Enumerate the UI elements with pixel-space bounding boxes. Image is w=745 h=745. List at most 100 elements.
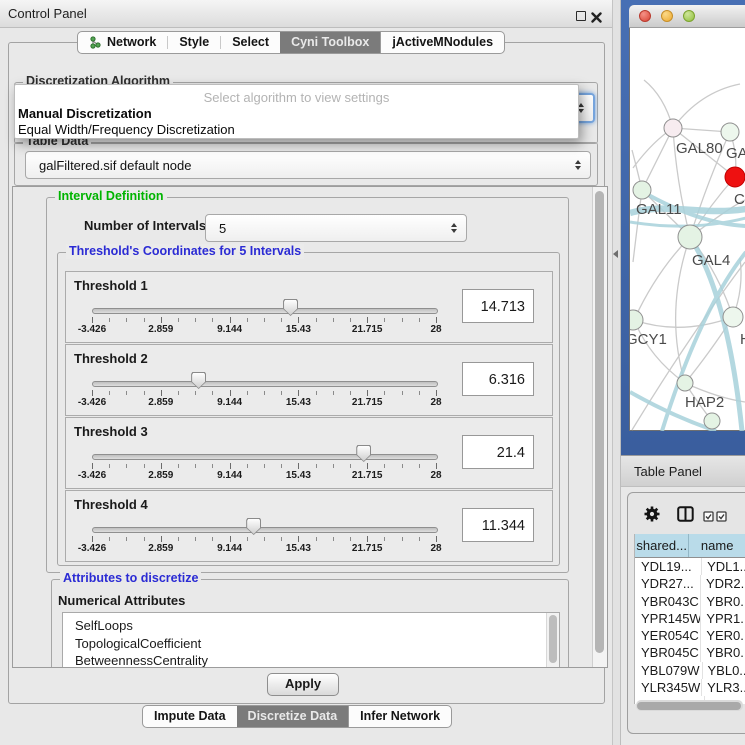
node-label-hap2: HAP2 (685, 394, 724, 411)
network-graph: GAL80 GA C GAL11 GAL4 GCY1 H HAP2 (630, 27, 745, 431)
network-icon (89, 36, 102, 49)
cell-shared-name[interactable]: YBL079W (635, 662, 703, 679)
attribute-item[interactable]: TopologicalCoefficient (63, 635, 559, 653)
node-label-gal4: GAL4 (692, 252, 730, 269)
settings-scrollbar[interactable] (592, 187, 607, 667)
tab-select[interactable]: Select (221, 32, 280, 53)
tab-discretize-data[interactable]: Discretize Data (237, 706, 349, 727)
attribute-item[interactable]: BetweennessCentrality (63, 652, 559, 668)
window-minimize-icon[interactable] (661, 10, 673, 22)
table-row[interactable]: YLR345WYLR3... (635, 679, 745, 696)
node-hap2[interactable] (677, 375, 693, 391)
gear-icon[interactable] (643, 505, 661, 528)
cell-shared-name[interactable]: YER054C (635, 627, 701, 644)
column-layout-icon[interactable] (677, 506, 694, 527)
node-gcy1[interactable] (630, 310, 643, 330)
number-of-intervals-value: 5 (206, 221, 226, 236)
node-table-body: YDL19...YDL1...YDR27...YDR2...YBR043CYBR… (635, 558, 745, 704)
threshold-1-label: Threshold 1 (74, 278, 148, 293)
attribute-item[interactable]: SelfLoops (63, 613, 559, 635)
float-window-icon[interactable] (576, 11, 586, 21)
popup-option-manual-discretization[interactable]: Manual Discretization (18, 106, 152, 121)
table-data-combo[interactable]: galFiltered.sif default node (25, 151, 591, 179)
checkbox-icon[interactable] (716, 509, 727, 527)
column-header-name[interactable]: name (689, 534, 745, 557)
column-header-shared[interactable]: shared... (635, 534, 689, 557)
cell-shared-name[interactable]: YLR345W (635, 679, 702, 696)
cell-name[interactable]: YDR2... (701, 575, 745, 592)
node-label-c: C (734, 191, 745, 208)
tab-jactivemnodules[interactable]: jActiveMNodules (380, 32, 504, 53)
tab-jactivemnodules-label: jActiveMNodules (392, 32, 493, 53)
cell-shared-name[interactable]: YPR145W (635, 610, 701, 627)
threshold-2-value-field[interactable]: 6.316 (462, 362, 534, 396)
tab-impute-data[interactable]: Impute Data (143, 706, 237, 727)
tab-cyni-toolbox[interactable]: Cyni Toolbox (280, 32, 380, 53)
threshold-3-value-field[interactable]: 21.4 (462, 435, 534, 469)
threshold-4-label: Threshold 4 (74, 497, 148, 512)
table-row[interactable]: YBR045CYBR0... (635, 644, 745, 661)
node-selected-red[interactable] (725, 167, 745, 187)
cell-shared-name[interactable]: YDL19... (635, 558, 702, 575)
slider-ticks (92, 463, 436, 470)
top-tab-bar: Network Style Select Cyni Toolbox jActiv… (77, 31, 505, 54)
window-close-icon[interactable] (639, 10, 651, 22)
tab-style[interactable]: Style (168, 32, 220, 53)
table-row[interactable]: YER054CYER0... (635, 627, 745, 644)
threshold-1-slider-handle[interactable] (283, 299, 298, 316)
tab-discretize-data-label: Discretize Data (248, 706, 338, 727)
threshold-2-slider-handle[interactable] (191, 372, 206, 389)
cell-name[interactable]: YDL1... (702, 558, 745, 575)
network-nodes[interactable] (630, 119, 745, 429)
list-scrollbar[interactable] (546, 613, 559, 668)
number-of-intervals-combo[interactable]: 5 (205, 214, 467, 242)
threshold-3-slider-handle[interactable] (356, 445, 371, 462)
cell-shared-name[interactable]: YBR043C (635, 593, 701, 610)
node-top-right[interactable] (721, 123, 739, 141)
cell-shared-name[interactable]: YBR045C (635, 644, 701, 661)
cell-name[interactable]: YBR0... (701, 593, 745, 610)
interval-definition-group: Interval Definition Number of Intervals … (46, 197, 569, 573)
tab-network[interactable]: Network (78, 32, 167, 53)
node-gal11[interactable] (633, 181, 651, 199)
cell-shared-name[interactable]: YDR27... (635, 575, 701, 592)
table-row[interactable]: YBL079WYBL0... (635, 662, 745, 679)
cell-name[interactable]: YBL0... (703, 662, 745, 679)
node-gal4[interactable] (678, 225, 702, 249)
node-h[interactable] (723, 307, 743, 327)
table-row[interactable]: YDR27...YDR2... (635, 575, 745, 592)
table-horizontal-scrollbar[interactable] (636, 700, 743, 711)
node-bottom[interactable] (704, 413, 720, 429)
threshold-4-slider-handle[interactable] (246, 518, 261, 535)
divider-collapse-icon[interactable] (613, 250, 618, 258)
table-row[interactable]: YDL19...YDL1... (635, 558, 745, 575)
network-window-titlebar[interactable] (629, 5, 745, 28)
close-panel-icon[interactable] (591, 10, 602, 21)
threshold-1-value-field[interactable]: 14.713 (462, 289, 534, 323)
list-scrollbar-thumb[interactable] (549, 615, 557, 663)
slider-scale: -3.4262.8599.14415.4321.71528 (92, 470, 436, 482)
network-canvas[interactable]: GAL80 GA C GAL11 GAL4 GCY1 H HAP2 (630, 27, 745, 431)
table-row[interactable]: YPR145WYPR1... (635, 610, 745, 627)
numerical-attributes-list[interactable]: SelfLoopsTopologicalCoefficientBetweenne… (62, 612, 560, 668)
settings-scrollbar-thumb[interactable] (595, 191, 604, 653)
popup-hint: Select algorithm to view settings (15, 90, 578, 105)
cell-name[interactable]: YER0... (701, 627, 745, 644)
table-row[interactable]: YBR043CYBR0... (635, 593, 745, 610)
cell-name[interactable]: YLR3... (702, 679, 745, 696)
checkbox-icon[interactable] (703, 509, 714, 527)
node-gal80[interactable] (664, 119, 682, 137)
cell-name[interactable]: YPR1... (701, 610, 745, 627)
apply-button[interactable]: Apply (267, 673, 339, 696)
tab-infer-network[interactable]: Infer Network (348, 706, 451, 727)
table-horizontal-scrollbar-thumb[interactable] (637, 702, 741, 710)
window-zoom-icon[interactable] (683, 10, 695, 22)
cell-name[interactable]: YBR0... (701, 644, 745, 661)
threshold-4-value-field[interactable]: 11.344 (462, 508, 534, 542)
node-table: shared... name YDL19...YDL1...YDR27...YD… (634, 534, 745, 704)
algorithm-dropdown-popup: Select algorithm to view settings Manual… (14, 84, 579, 139)
settings-scrollpane: Interval Definition Number of Intervals … (12, 186, 608, 668)
panel-divider[interactable] (612, 0, 621, 745)
popup-option-equal-width-frequency[interactable]: Equal Width/Frequency Discretization (18, 122, 235, 137)
node-table-header: shared... name (635, 534, 745, 558)
